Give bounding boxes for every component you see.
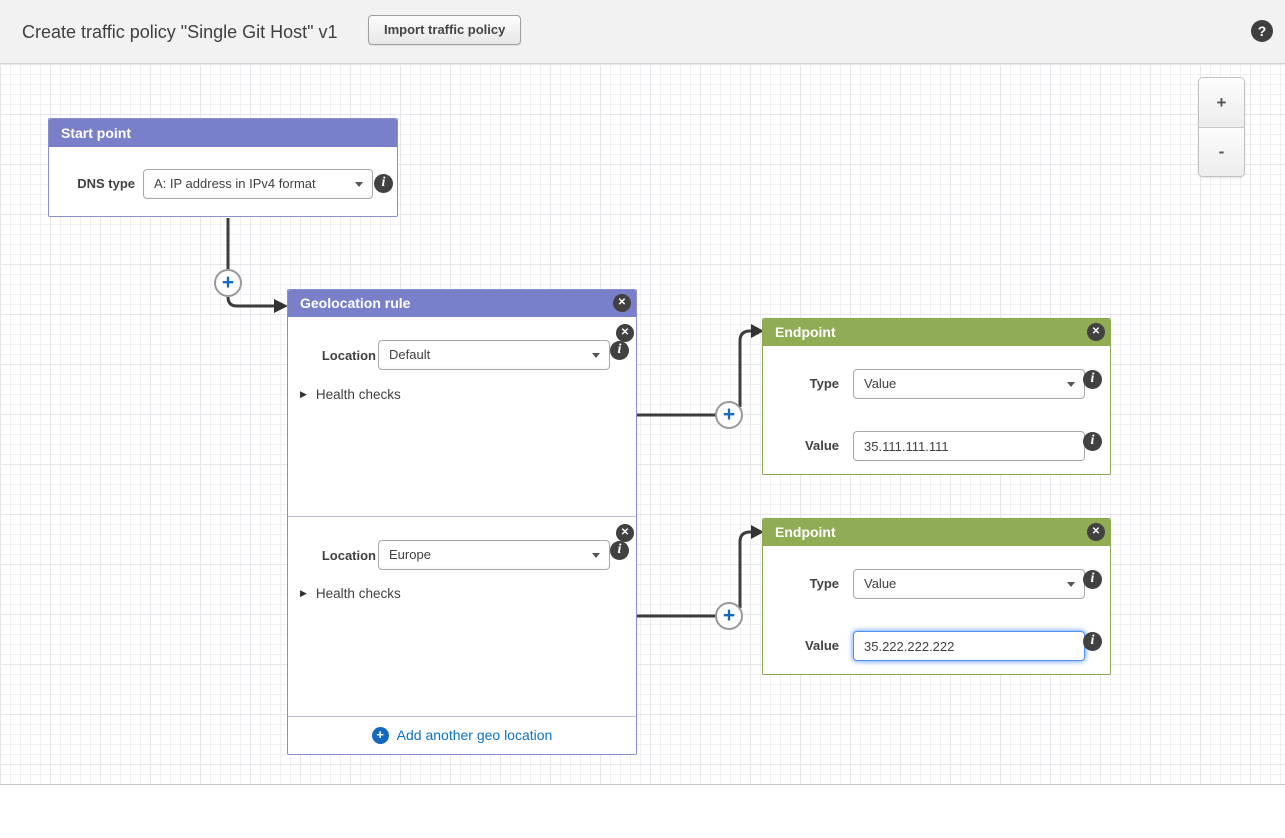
type-label: Type: [783, 376, 839, 391]
endpoint-node-1: Endpoint ✕ Type Value i Value i: [762, 318, 1111, 475]
location-info-icon[interactable]: i: [610, 341, 629, 360]
dns-type-select[interactable]: A: IP address in IPv4 format: [143, 169, 373, 199]
endpoint-type-select[interactable]: Value: [853, 369, 1085, 399]
endpoint-title: Endpoint: [775, 324, 836, 340]
health-checks-expander[interactable]: ▶ Health checks: [300, 586, 401, 601]
start-point-header: Start point: [49, 119, 397, 147]
chevron-down-icon: [1067, 582, 1075, 587]
value-label: Value: [783, 438, 839, 453]
start-point-node: Start point DNS type A: IP address in IP…: [48, 118, 398, 217]
value-info-icon[interactable]: i: [1083, 432, 1102, 451]
help-icon[interactable]: ?: [1251, 20, 1273, 42]
location-selected-value: Europe: [389, 547, 431, 562]
chevron-down-icon: [355, 182, 363, 187]
health-checks-label: Health checks: [316, 586, 401, 601]
close-icon[interactable]: ✕: [1087, 523, 1105, 541]
add-endpoint-plus-button[interactable]: +: [715, 602, 743, 630]
geolocation-rule-title: Geolocation rule: [300, 295, 410, 311]
dns-type-label: DNS type: [49, 176, 135, 191]
value-info-icon[interactable]: i: [1083, 632, 1102, 651]
close-icon[interactable]: ✕: [616, 324, 634, 342]
location-label: Location: [298, 348, 376, 363]
location-label: Location: [298, 548, 376, 563]
geo-section-europe: ✕ Location Europe i ▶ Health checks: [288, 516, 636, 716]
type-selected-value: Value: [864, 376, 896, 391]
endpoint-value-input[interactable]: [853, 431, 1085, 461]
footer-bar: Cancel Create traffic policy: [0, 785, 1285, 838]
type-selected-value: Value: [864, 576, 896, 591]
geolocation-rule-header: Geolocation rule ✕: [288, 290, 636, 317]
top-header-bar: Create traffic policy "Single Git Host" …: [0, 0, 1285, 64]
close-icon[interactable]: ✕: [613, 294, 631, 312]
close-icon[interactable]: ✕: [616, 524, 634, 542]
chevron-down-icon: [592, 353, 600, 358]
endpoint-value-input[interactable]: [853, 631, 1085, 661]
plus-icon: +: [372, 727, 389, 744]
add-endpoint-plus-button[interactable]: +: [715, 401, 743, 429]
chevron-down-icon: [592, 553, 600, 558]
triangle-right-icon: ▶: [300, 389, 307, 400]
triangle-right-icon: ▶: [300, 588, 307, 599]
location-select[interactable]: Europe: [378, 540, 610, 570]
endpoint-type-select[interactable]: Value: [853, 569, 1085, 599]
geo-section-default: ✕ Location Default i ▶ Health checks: [288, 317, 636, 516]
add-geo-label: Add another geo location: [397, 727, 553, 743]
value-label: Value: [783, 638, 839, 653]
health-checks-label: Health checks: [316, 387, 401, 402]
endpoint-title: Endpoint: [775, 524, 836, 540]
endpoint-node-2: Endpoint ✕ Type Value i Value i: [762, 518, 1111, 675]
import-traffic-policy-button[interactable]: Import traffic policy: [368, 15, 521, 45]
location-selected-value: Default: [389, 347, 430, 362]
dns-type-info-icon[interactable]: i: [374, 174, 393, 193]
type-info-icon[interactable]: i: [1083, 570, 1102, 589]
dns-type-selected-value: A: IP address in IPv4 format: [154, 176, 316, 191]
location-info-icon[interactable]: i: [610, 541, 629, 560]
zoom-out-button[interactable]: -: [1199, 127, 1244, 176]
policy-canvas: + - Start point DNS type A: IP address i…: [0, 64, 1285, 785]
chevron-down-icon: [1067, 382, 1075, 387]
zoom-in-button[interactable]: +: [1199, 78, 1244, 127]
geolocation-rule-node: Geolocation rule ✕ ✕ Location Default i …: [287, 289, 637, 755]
location-select[interactable]: Default: [378, 340, 610, 370]
add-rule-plus-button[interactable]: +: [214, 269, 242, 297]
health-checks-expander[interactable]: ▶ Health checks: [300, 387, 401, 402]
traffic-policy-editor: Create traffic policy "Single Git Host" …: [0, 0, 1285, 838]
type-label: Type: [783, 576, 839, 591]
close-icon[interactable]: ✕: [1087, 323, 1105, 341]
endpoint-header: Endpoint ✕: [763, 319, 1110, 346]
zoom-controls: + -: [1198, 77, 1245, 177]
type-info-icon[interactable]: i: [1083, 370, 1102, 389]
page-title: Create traffic policy "Single Git Host" …: [22, 22, 338, 43]
add-another-geo-location-link[interactable]: + Add another geo location: [288, 716, 636, 754]
endpoint-header: Endpoint ✕: [763, 519, 1110, 546]
